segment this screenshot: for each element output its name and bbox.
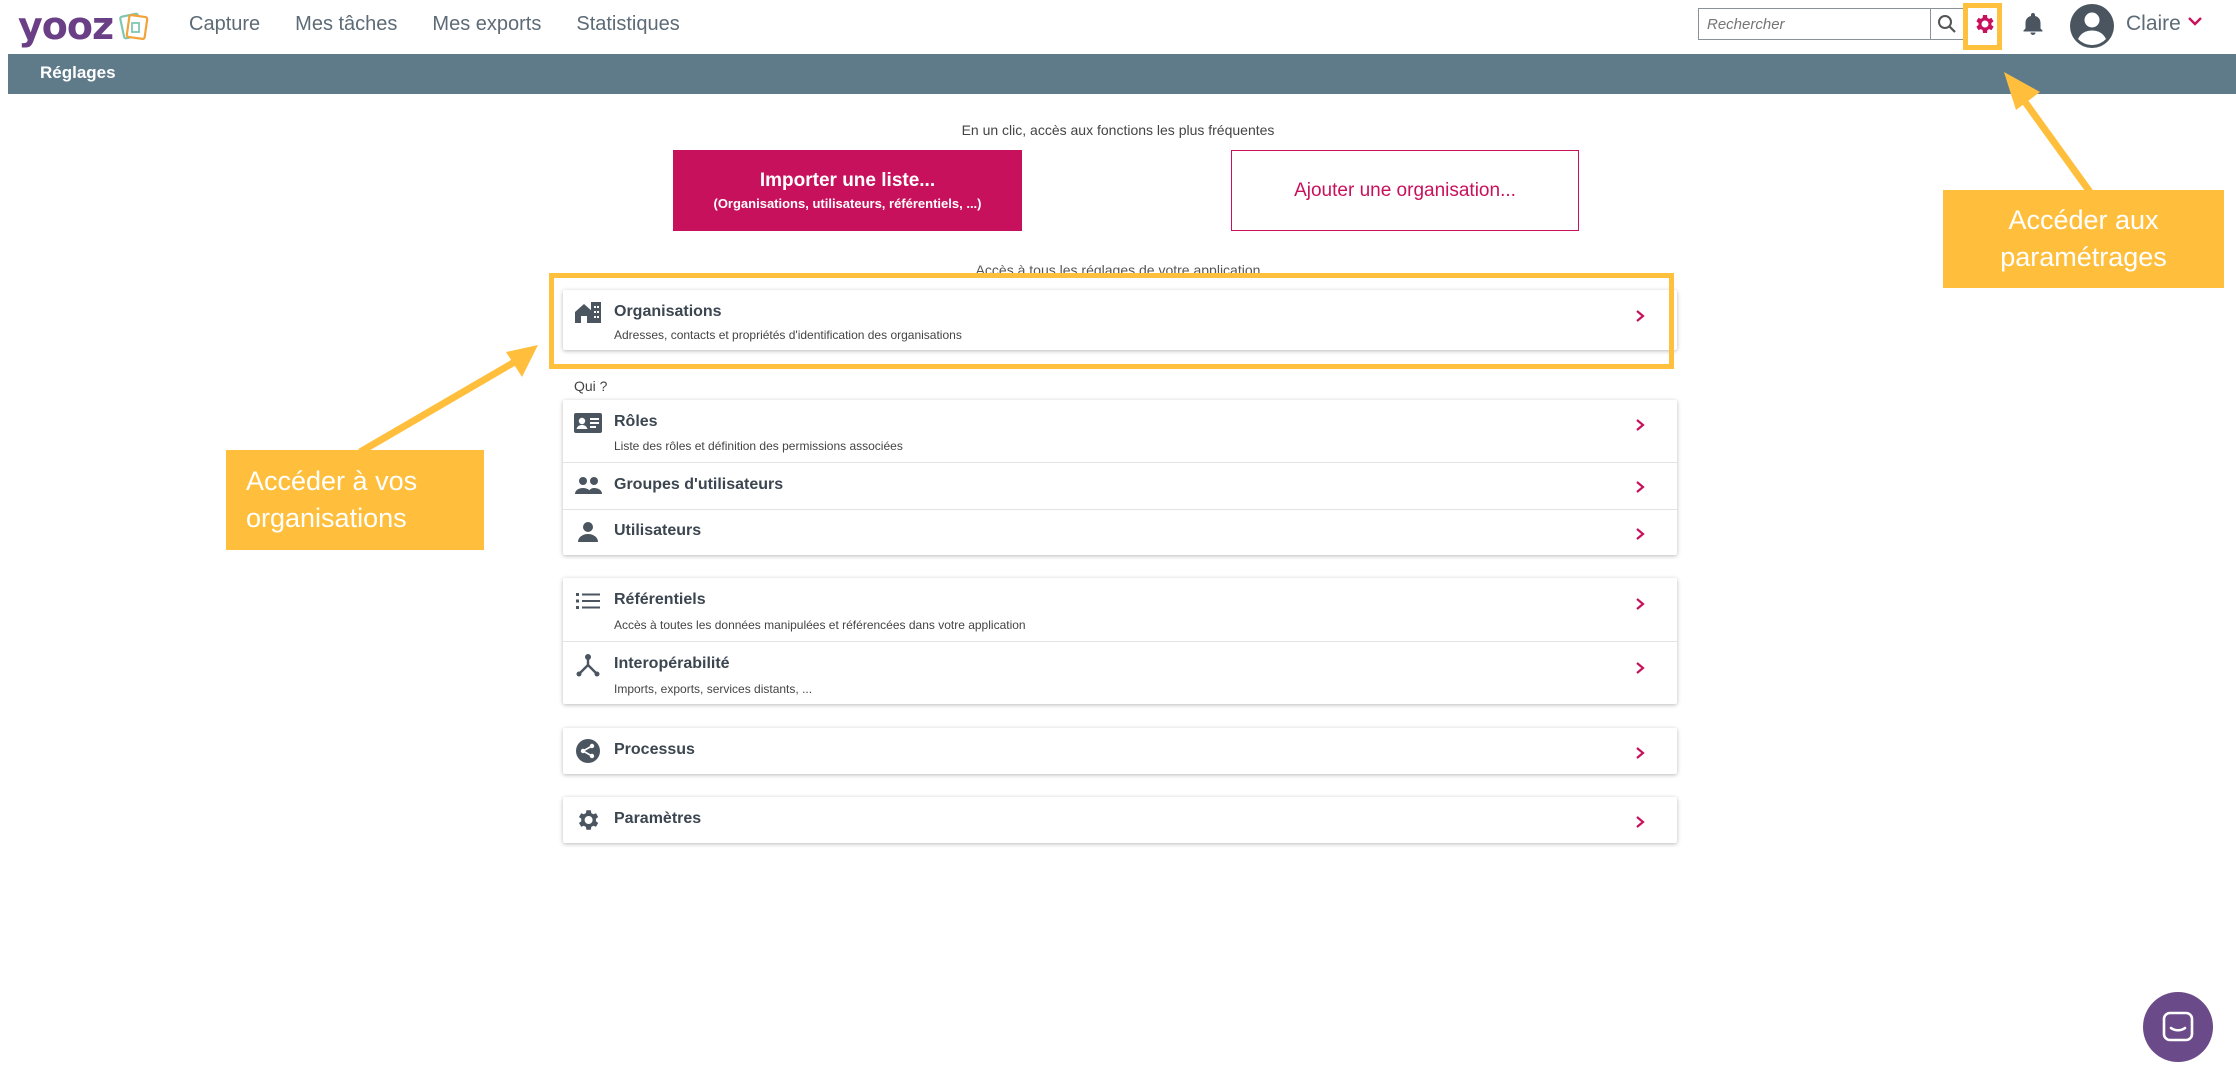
chat-icon [2162, 1011, 2194, 1042]
callout-settings: Accéder aux paramétrages [1943, 190, 2224, 288]
chat-support-button[interactable] [2143, 992, 2213, 1062]
callout-organisations: Accéder à vos organisations [226, 450, 484, 550]
arrow-to-organisations [358, 356, 520, 456]
arrow-head-settings [2004, 72, 2040, 110]
arrow-to-settings [2017, 92, 2093, 195]
